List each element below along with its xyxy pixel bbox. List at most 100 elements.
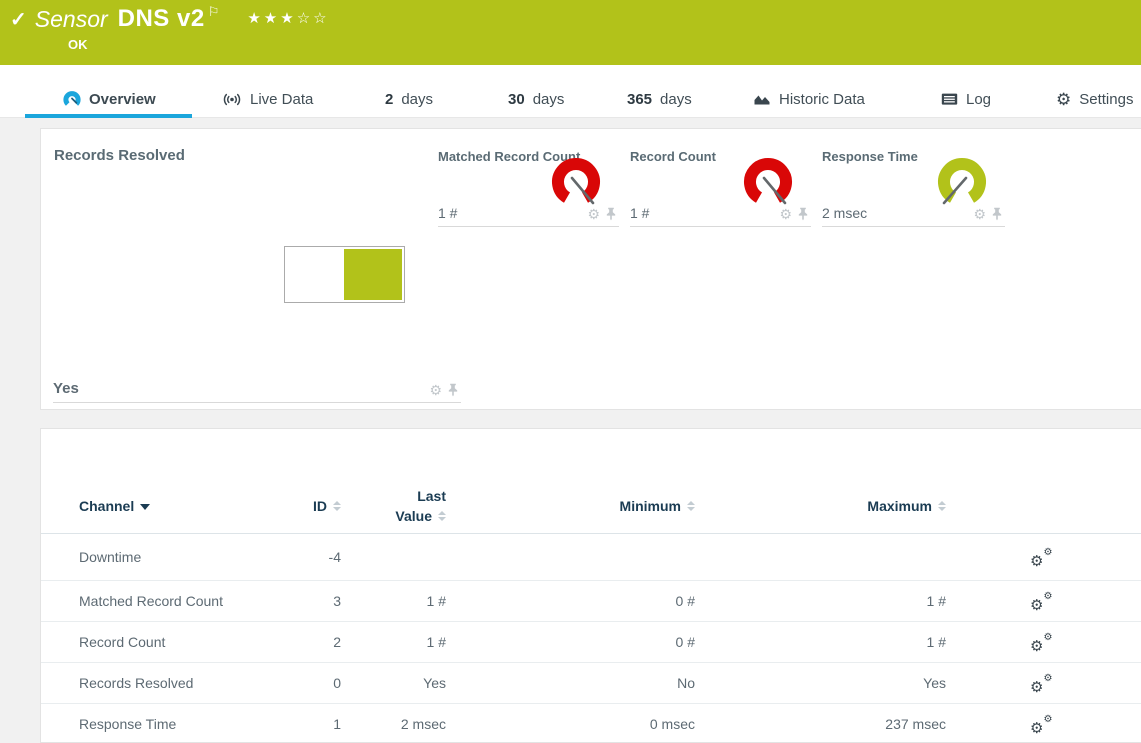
column-header-label: Minimum: [620, 496, 681, 516]
sort-arrows-icon: [333, 501, 341, 511]
column-header-maximum[interactable]: Maximum: [867, 486, 946, 526]
sort-caret-down-icon: [140, 504, 150, 510]
column-header-label: Last: [395, 486, 446, 506]
cell-minimum: 0 #: [676, 593, 695, 609]
cell-last-value: 1 #: [427, 634, 446, 650]
status-check-icon: ✓: [10, 7, 27, 32]
stars-empty[interactable]: ☆☆: [297, 10, 330, 27]
records-resolved-indicator: [284, 246, 405, 303]
gauge-value: 1 #: [438, 205, 457, 221]
pin-icon[interactable]: [992, 207, 1002, 221]
tab-label: Settings: [1079, 91, 1133, 108]
tab-overview[interactable]: Overview: [63, 81, 156, 117]
widget-gear-icon[interactable]: ⚙: [779, 207, 792, 221]
widget-actions: ⚙: [587, 207, 619, 221]
gauge-value: 2 msec: [822, 205, 867, 221]
column-header-label: Maximum: [867, 496, 932, 516]
table-row: Downtime -4 ⚙⚙: [41, 534, 1141, 581]
table-row: Record Count 2 1 # 0 # 1 # ⚙⚙: [41, 622, 1141, 663]
cell-channel: Matched Record Count: [41, 593, 279, 609]
gauge-value: 1 #: [630, 205, 649, 221]
tab-label: days: [533, 91, 565, 108]
tab-365-days[interactable]: 365 days: [627, 81, 692, 117]
gauge-widget-record-count: Record Count 1 # ⚙: [630, 143, 811, 227]
pin-icon[interactable]: [798, 207, 808, 221]
column-header-label: Value: [395, 506, 432, 526]
sensor-type-label: Sensor: [35, 6, 108, 33]
cell-last-value: Yes: [423, 675, 446, 691]
records-resolved-indicator-fill: [344, 249, 402, 300]
cell-id: 0: [333, 675, 341, 691]
sort-arrows-icon: [938, 501, 946, 511]
records-resolved-title: Records Resolved: [54, 147, 185, 164]
gauge-icon: [63, 91, 81, 107]
pin-icon[interactable]: [448, 383, 458, 397]
gauge-dial: [931, 157, 993, 211]
priority-stars[interactable]: ★★★☆☆: [247, 9, 329, 27]
tab-number: 30: [508, 91, 525, 108]
flag-icon[interactable]: ⚐: [208, 4, 220, 20]
cell-minimum: 0 #: [676, 634, 695, 650]
tab-label: Log: [966, 91, 991, 108]
tab-label: Overview: [89, 91, 156, 108]
sensor-status-badge: OK: [68, 37, 88, 52]
widget-gear-icon[interactable]: ⚙: [973, 207, 986, 221]
pin-icon[interactable]: [606, 207, 616, 221]
live-data-icon: [222, 92, 242, 107]
column-header-id[interactable]: ID: [313, 486, 341, 526]
gear-icon: ⚙: [1056, 91, 1071, 108]
tab-number: 365: [627, 91, 652, 108]
tab-2-days[interactable]: 2 days: [385, 81, 433, 117]
tab-label: days: [660, 91, 692, 108]
column-header-label: Channel: [79, 496, 134, 516]
tab-number: 2: [385, 91, 393, 108]
tab-bar: Overview Live Data 2 days 30 days 365 da…: [0, 65, 1141, 118]
tab-historic-data[interactable]: Historic Data: [753, 81, 865, 117]
column-header-minimum[interactable]: Minimum: [620, 486, 695, 526]
cell-maximum: Yes: [923, 675, 946, 691]
cell-id: 1: [333, 716, 341, 732]
stars-filled[interactable]: ★★★: [247, 10, 296, 27]
tab-settings[interactable]: ⚙ Settings: [1056, 81, 1133, 117]
tab-label: days: [401, 91, 433, 108]
sort-arrows-icon: [687, 501, 695, 511]
table-row: Records Resolved 0 Yes No Yes ⚙⚙: [41, 663, 1141, 704]
area-chart-icon: [753, 92, 771, 106]
column-header-channel[interactable]: Channel: [41, 486, 279, 526]
records-resolved-value-line: Yes ⚙: [53, 380, 461, 403]
records-resolved-value: Yes: [53, 380, 79, 397]
cell-last-value: 1 #: [427, 593, 446, 609]
tab-live-data[interactable]: Live Data: [222, 81, 313, 117]
tab-log[interactable]: Log: [941, 81, 991, 117]
cell-id: 3: [333, 593, 341, 609]
cell-maximum: 1 #: [927, 634, 946, 650]
gauge-widget-response-time: Response Time 2 msec ⚙: [822, 143, 1005, 227]
gauge-dial: [545, 157, 607, 211]
cell-id: -4: [329, 549, 341, 565]
cell-channel: Records Resolved: [41, 675, 279, 691]
widget-actions: ⚙: [779, 207, 811, 221]
cell-maximum: 1 #: [927, 593, 946, 609]
cell-channel: Downtime: [41, 549, 279, 565]
tab-label: Historic Data: [779, 91, 865, 108]
gauge-value-line: 1 # ⚙: [438, 205, 619, 227]
column-header-label: ID: [313, 496, 327, 516]
widget-gear-icon[interactable]: ⚙: [429, 383, 442, 397]
cell-last-value: 2 msec: [401, 716, 446, 732]
widget-gear-icon[interactable]: ⚙: [587, 207, 600, 221]
cell-id: 2: [333, 634, 341, 650]
log-list-icon: [941, 92, 958, 106]
sort-arrows-icon: [438, 511, 446, 521]
gauge-dial: [737, 157, 799, 211]
tab-label: Live Data: [250, 91, 313, 108]
tab-30-days[interactable]: 30 days: [508, 81, 564, 117]
gauge-widget-matched-record-count: Matched Record Count 1 # ⚙: [438, 143, 619, 227]
content-area: Records Resolved Yes ⚙ Matched Record Co…: [0, 118, 1141, 743]
column-header-last-value[interactable]: Last Value: [395, 486, 446, 526]
gauge-value-line: 2 msec ⚙: [822, 205, 1005, 227]
table-row: Matched Record Count 3 1 # 0 # 1 # ⚙⚙: [41, 581, 1141, 622]
sensor-name: DNS v2: [118, 5, 205, 33]
gauge-value-line: 1 # ⚙: [630, 205, 811, 227]
widget-actions: ⚙: [973, 207, 1005, 221]
cell-minimum: No: [677, 675, 695, 691]
